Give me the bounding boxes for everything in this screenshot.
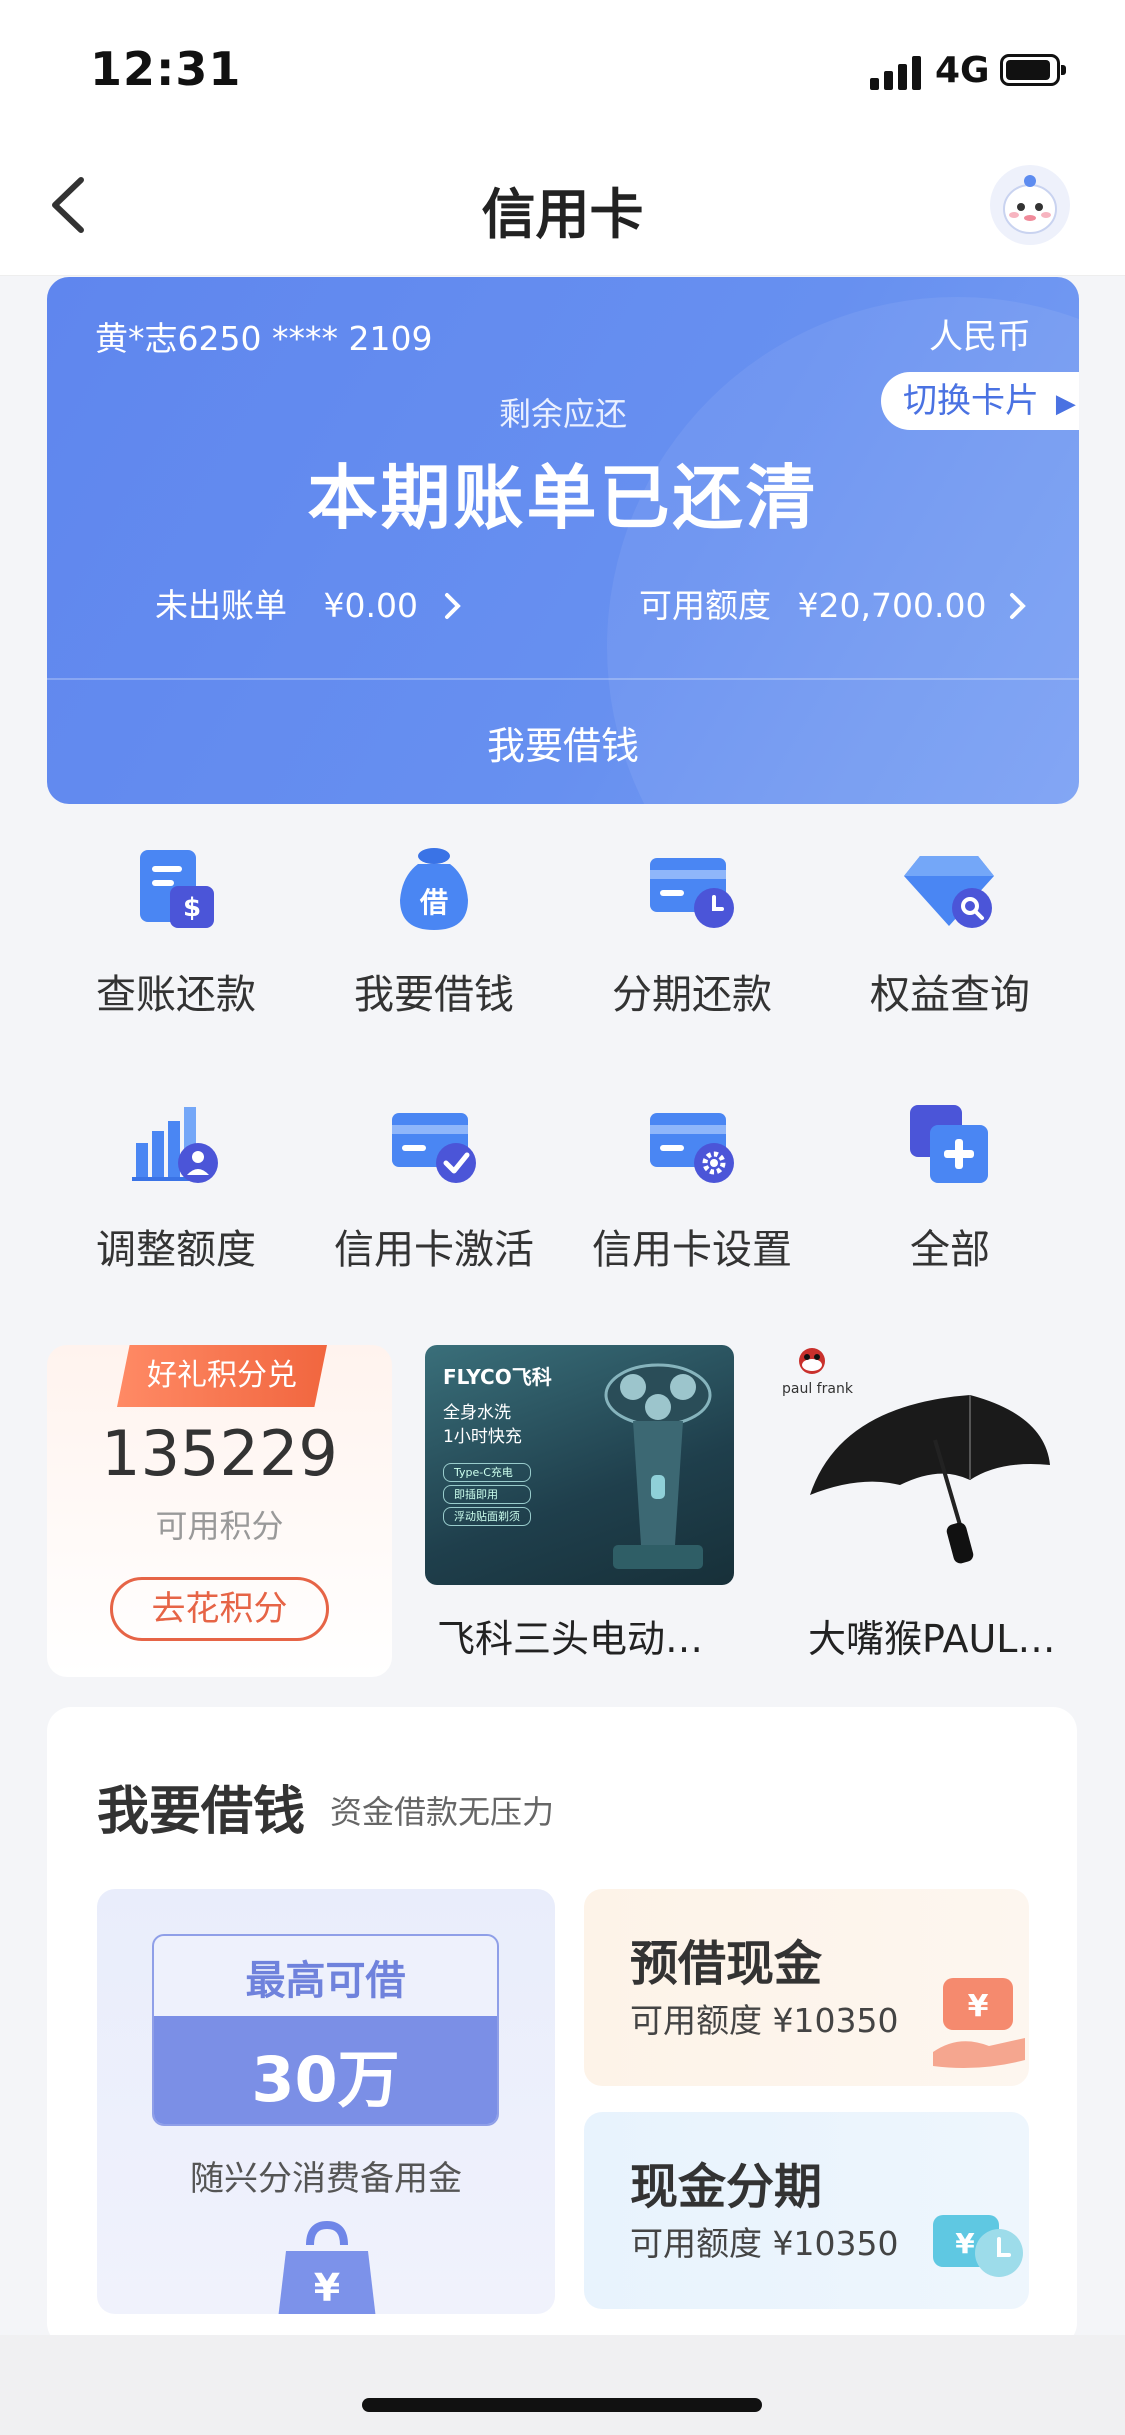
cash-clock-icon: ¥ xyxy=(933,2215,1023,2277)
loan-section-subtitle: 资金借款无压力 xyxy=(330,1793,555,1831)
battery-icon xyxy=(1000,54,1066,86)
chart-user-icon xyxy=(132,1107,218,1183)
product-name[interactable]: 飞科三头电动… xyxy=(437,1608,703,1663)
credit-card-summary: 黄*志6250 **** 2109 人民币 切换卡片 ▶ 剩余应还 本期账单已还… xyxy=(47,277,1079,804)
robot-icon xyxy=(1003,175,1057,234)
grid-label: 信用卡设置 xyxy=(592,1227,792,1273)
home-bar-area xyxy=(0,2335,1125,2435)
grid-item-borrow[interactable]: 借 我要借钱 xyxy=(305,842,563,1062)
cash-installment-title: 现金分期 xyxy=(630,2159,823,2215)
card-clock-icon xyxy=(650,858,734,928)
remaining-label: 剩余应还 xyxy=(498,395,627,433)
available-value: ¥20,700.00 xyxy=(797,586,987,625)
grid-label: 调整额度 xyxy=(96,1227,256,1273)
bill-status: 本期账单已还清 xyxy=(307,457,819,539)
cash-installment-limit: 可用额度 ¥10350 xyxy=(630,2224,899,2263)
product-tags: Type-C充电 即插即用 浮动贴面剃须 xyxy=(443,1463,531,1526)
cash-hand-icon: ¥ xyxy=(933,1978,1025,2068)
product-tag: Type-C充电 xyxy=(443,1463,531,1482)
page-title: 信用卡 xyxy=(481,183,644,246)
max-loan-box: 最高可借 30万 xyxy=(152,1934,499,2126)
unbilled-value: ¥0.00 xyxy=(323,586,418,625)
card-gear-icon xyxy=(650,1113,734,1183)
grid-label: 信用卡激活 xyxy=(334,1227,534,1273)
grid-label: 全部 xyxy=(910,1227,990,1273)
card-currency: 人民币 xyxy=(929,317,1031,357)
product-image-umbrella[interactable]: paul frank xyxy=(770,1345,1070,1585)
grid-item-activate[interactable]: 信用卡激活 xyxy=(305,1097,563,1317)
loan-description: 随兴分消费备用金 xyxy=(190,2159,462,2199)
signal-icon xyxy=(870,56,921,90)
svg-text:$: $ xyxy=(183,893,201,923)
grid-item-adjust-limit[interactable]: 调整额度 xyxy=(47,1097,305,1317)
available-label: 可用额度 xyxy=(639,586,771,625)
svg-text:¥: ¥ xyxy=(314,2266,340,2310)
grid-label: 查账还款 xyxy=(96,972,256,1018)
grid-item-all[interactable]: 全部 xyxy=(821,1097,1079,1317)
product-name[interactable]: 大嘴猴PAUL… xyxy=(808,1608,1055,1663)
spend-points-button[interactable]: 去花积分 xyxy=(110,1577,329,1641)
plus-squares-icon xyxy=(910,1105,988,1183)
max-loan-value: 30万 xyxy=(251,2043,400,2116)
points-badge: 好礼积分兑 xyxy=(117,1345,327,1407)
diamond-search-icon xyxy=(904,856,994,928)
svg-text:借: 借 xyxy=(419,886,448,919)
shaver-image xyxy=(604,1363,712,1569)
product-feature-line: 全身水洗 xyxy=(443,1403,511,1423)
divider xyxy=(47,678,1079,680)
unbilled-label: 未出账单 xyxy=(155,586,287,625)
points-value: 135229 xyxy=(101,1417,338,1490)
status-time: 12:31 xyxy=(90,42,242,96)
home-indicator[interactable] xyxy=(362,2398,762,2412)
grid-item-settings[interactable]: 信用卡设置 xyxy=(563,1097,821,1317)
umbrella-image xyxy=(810,1395,1050,1564)
product-feature-line: 1小时快充 xyxy=(443,1427,522,1447)
grid-item-installment[interactable]: 分期还款 xyxy=(563,842,821,1062)
max-loan-label: 最高可借 xyxy=(245,1958,406,2004)
points-card[interactable]: 好礼积分兑 135229 可用积分 去花积分 xyxy=(47,1345,392,1677)
grid-label: 分期还款 xyxy=(612,972,772,1018)
money-bag-icon: ¥ xyxy=(278,2220,376,2314)
product-brand: FLYCO飞科 xyxy=(443,1365,552,1389)
loan-section: 我要借钱 资金借款无压力 最高可借 30万 随兴分消费备用金 ¥ 预借现金 可用… xyxy=(47,1707,1077,2347)
cash-installment-card[interactable]: 现金分期 可用额度 ¥10350 ¥ xyxy=(584,2112,1029,2309)
grid-label: 我要借钱 xyxy=(354,972,514,1018)
chevron-right-icon xyxy=(445,593,462,619)
cash-advance-card[interactable]: 预借现金 可用额度 ¥10350 ¥ xyxy=(584,1889,1029,2086)
cash-advance-title: 预借现金 xyxy=(630,1936,823,1992)
grid-label: 权益查询 xyxy=(870,972,1030,1018)
available-credit-link[interactable]: 可用额度 ¥20,700.00 xyxy=(639,579,1029,627)
card-check-icon xyxy=(392,1113,476,1183)
svg-text:¥: ¥ xyxy=(955,2227,975,2260)
grid-item-bill[interactable]: $ 查账还款 xyxy=(47,842,305,1062)
card-number: 黄*志6250 **** 2109 xyxy=(95,319,433,358)
borrow-money-link[interactable]: 我要借钱 xyxy=(47,715,1079,770)
points-label: 可用积分 xyxy=(155,1507,284,1545)
loan-section-title: 我要借钱 xyxy=(97,1782,306,1842)
product-tag: 即插即用 xyxy=(443,1485,531,1504)
money-bag-icon: 借 xyxy=(400,848,468,930)
cash-advance-limit: 可用额度 ¥10350 xyxy=(630,2001,899,2040)
svg-text:¥: ¥ xyxy=(968,1989,989,2024)
chevron-right-icon xyxy=(1009,593,1026,619)
grid-item-benefits[interactable]: 权益查询 xyxy=(821,842,1079,1062)
product-feature-text: 全身水洗 1小时快充 xyxy=(443,1401,522,1449)
network-type: 4G xyxy=(935,50,990,91)
product-image-shaver[interactable]: FLYCO飞科 全身水洗 1小时快充 Type-C充电 即插即用 浮动贴面剃须 xyxy=(425,1345,734,1585)
unbilled-link[interactable]: 未出账单 ¥0.00 xyxy=(155,579,464,627)
max-loan-card[interactable]: 最高可借 30万 随兴分消费备用金 ¥ xyxy=(97,1889,555,2314)
bill-icon: $ xyxy=(140,850,214,928)
monkey-logo-icon xyxy=(799,1348,825,1374)
product-tag: 浮动贴面剃须 xyxy=(443,1507,531,1526)
assistant-avatar[interactable] xyxy=(990,165,1070,245)
